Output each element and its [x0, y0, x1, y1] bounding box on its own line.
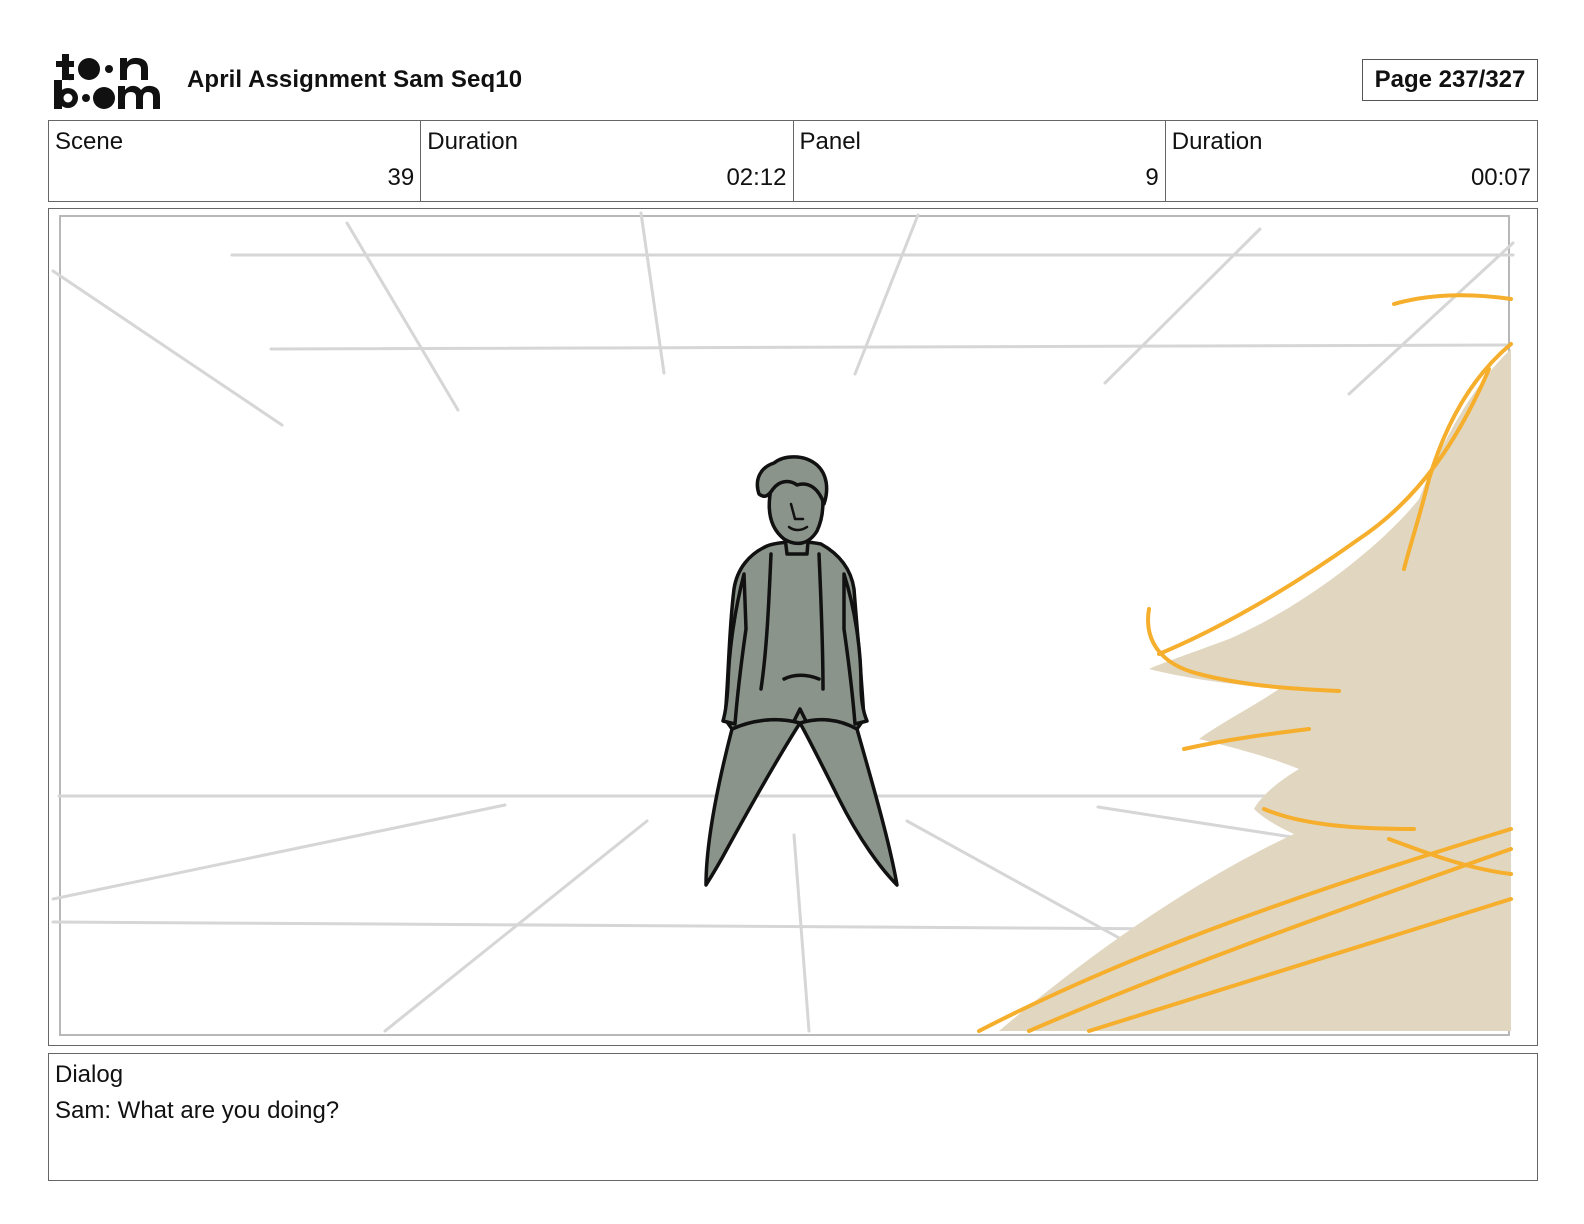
panel-label: Panel — [799, 128, 861, 155]
sam-character — [704, 455, 899, 887]
panel-value: 9 — [1145, 164, 1159, 191]
scene-cell: Scene 39 — [49, 121, 420, 201]
dialog-label: Dialog — [55, 1061, 124, 1088]
document-title: April Assignment Sam Seq10 — [187, 66, 523, 93]
storyboard-panel — [48, 208, 1538, 1046]
dialog-box: Dialog Sam: What are you doing? — [48, 1053, 1538, 1181]
panel-drawing — [49, 209, 1536, 1044]
toonboom-logo — [52, 50, 164, 112]
scene-duration-value: 02:12 — [726, 164, 787, 191]
panel-cell: Panel 9 — [792, 121, 1165, 201]
panel-duration-label: Duration — [1171, 128, 1263, 155]
page-indicator: Page 237/327 — [1362, 59, 1538, 101]
panel-duration-value: 00:07 — [1470, 164, 1531, 191]
scene-label: Scene — [55, 128, 124, 155]
scene-duration-cell: Duration 02:12 — [420, 121, 792, 201]
panel-info-table: Scene 39 Duration 02:12 Panel 9 Duration… — [48, 120, 1538, 202]
scene-value: 39 — [387, 164, 415, 191]
scene-duration-label: Duration — [427, 128, 518, 155]
panel-duration-cell: Duration 00:07 — [1164, 121, 1537, 201]
dialog-text: Sam: What are you doing? — [55, 1097, 340, 1124]
